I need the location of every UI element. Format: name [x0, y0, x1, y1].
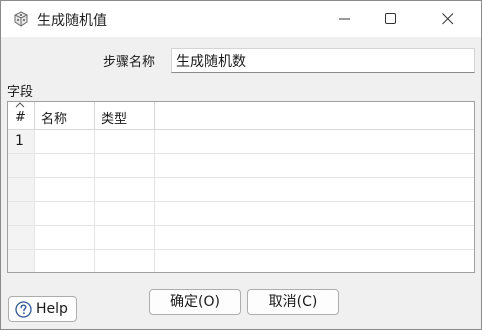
row-number-cell: [8, 226, 35, 250]
column-header-name[interactable]: 名称: [35, 102, 95, 130]
name-cell[interactable]: [35, 178, 95, 202]
column-header-name-label: 名称: [41, 112, 68, 127]
name-cell[interactable]: [35, 250, 95, 272]
type-cell[interactable]: [95, 226, 155, 250]
column-header-type[interactable]: 类型: [95, 102, 155, 130]
table-row[interactable]: [8, 226, 474, 250]
row-number-cell: [8, 250, 35, 272]
step-name-label: 步骤名称: [103, 55, 156, 70]
filler-cell: [155, 226, 474, 250]
table-header: # 名称 类型: [8, 102, 474, 130]
random-dice-icon: [13, 11, 29, 27]
minimize-button[interactable]: [322, 1, 368, 37]
name-cell[interactable]: [35, 226, 95, 250]
column-header-number-label: #: [15, 110, 26, 125]
name-cell[interactable]: [35, 202, 95, 226]
type-cell[interactable]: [95, 202, 155, 226]
type-cell[interactable]: [95, 178, 155, 202]
fields-label: 字段: [7, 85, 34, 100]
dialog-window: 生成随机值 步骤名称 字段 #: [0, 0, 482, 330]
filler-cell: [155, 154, 474, 178]
close-button[interactable]: [425, 1, 471, 37]
type-cell[interactable]: [95, 250, 155, 272]
help-button-label: Help: [36, 301, 68, 317]
name-cell[interactable]: [35, 154, 95, 178]
column-header-filler: [155, 102, 474, 130]
filler-cell: [155, 178, 474, 202]
close-icon: [442, 13, 454, 25]
step-name-input[interactable]: [171, 48, 475, 73]
row-number-cell: [8, 178, 35, 202]
row-number-cell: 1: [8, 130, 35, 154]
table-row[interactable]: [8, 250, 474, 272]
window-title: 生成随机值: [37, 13, 107, 29]
minimize-icon: [339, 18, 350, 20]
sort-indicator-icon: [15, 102, 25, 108]
ok-button[interactable]: 确定(O): [149, 289, 241, 315]
cancel-button[interactable]: 取消(C): [247, 289, 339, 315]
name-cell[interactable]: [35, 130, 95, 154]
row-number-cell: [8, 202, 35, 226]
table-row[interactable]: [8, 202, 474, 226]
title-bar[interactable]: 生成随机值: [1, 1, 481, 37]
maximize-button[interactable]: [368, 1, 414, 37]
fields-table[interactable]: # 名称 类型 1: [7, 101, 475, 273]
table-row[interactable]: [8, 154, 474, 178]
table-row[interactable]: [8, 178, 474, 202]
type-cell[interactable]: [95, 154, 155, 178]
filler-cell: [155, 250, 474, 272]
help-icon: [15, 301, 32, 318]
help-button[interactable]: Help: [8, 296, 77, 322]
row-number-cell: [8, 154, 35, 178]
filler-cell: [155, 130, 474, 154]
column-header-number[interactable]: #: [8, 102, 35, 130]
column-header-type-label: 类型: [101, 112, 128, 127]
filler-cell: [155, 202, 474, 226]
maximize-icon: [385, 13, 396, 24]
table-row[interactable]: 1: [8, 130, 474, 154]
type-cell[interactable]: [95, 130, 155, 154]
